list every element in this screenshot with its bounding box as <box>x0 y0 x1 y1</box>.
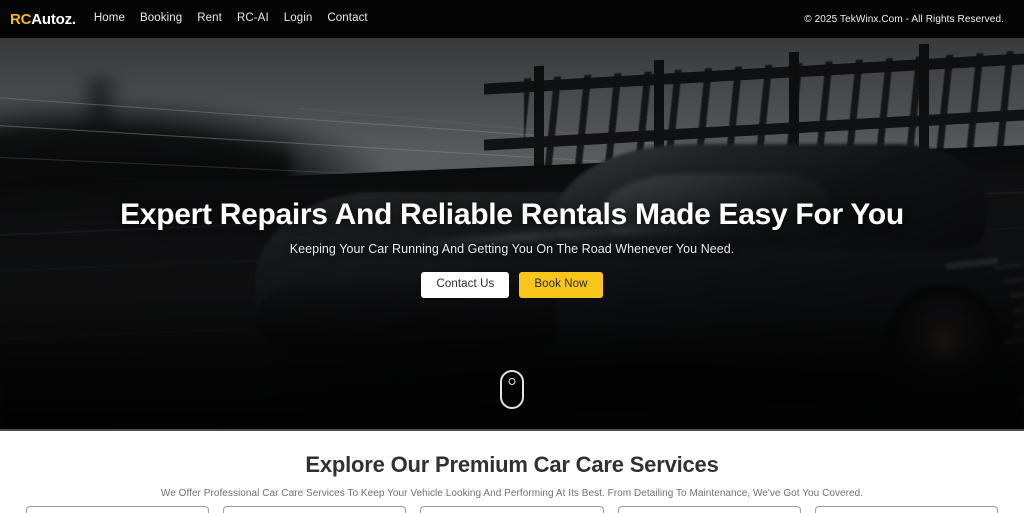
hero-subheadline: Keeping Your Car Running And Getting You… <box>289 241 735 256</box>
services-heading: Explore Our Premium Car Care Services <box>305 452 719 477</box>
services-description: We Offer Professional Car Care Services … <box>160 488 864 500</box>
nav-item-login[interactable]: Login <box>284 13 313 25</box>
hero-section: Expert Repairs And Reliable Rentals Made… <box>0 38 1024 431</box>
book-now-button[interactable]: Book Now <box>519 271 603 298</box>
scroll-wheel-dot <box>508 378 516 385</box>
nav-item-booking[interactable]: Booking <box>140 13 182 25</box>
service-card[interactable] <box>420 506 604 513</box>
service-cards-row <box>26 506 999 513</box>
nav-item-rc-ai[interactable]: RC-AI <box>237 13 269 25</box>
nav-item-home[interactable]: Home <box>94 13 125 25</box>
service-card[interactable] <box>617 506 801 513</box>
service-card[interactable] <box>223 506 407 513</box>
copyright-notice: © 2025 TekWinx.Com - All Rights Reserved… <box>804 13 1004 25</box>
hero-headline: Expert Repairs And Reliable Rentals Made… <box>120 198 904 231</box>
site-logo[interactable]: RCAutoz. <box>10 12 76 27</box>
hero-content: Expert Repairs And Reliable Rentals Made… <box>0 198 1024 298</box>
top-navigation-bar: RCAutoz. Home Booking Rent RC-AI Login C… <box>0 0 1024 38</box>
services-section: Explore Our Premium Car Care Services We… <box>0 431 1024 513</box>
nav-item-contact[interactable]: Contact <box>327 13 367 25</box>
contact-us-button[interactable]: Contact Us <box>421 271 510 298</box>
service-card[interactable] <box>814 506 999 513</box>
primary-nav-links: Home Booking Rent RC-AI Login Contact <box>94 13 368 25</box>
nav-item-rent[interactable]: Rent <box>197 13 222 25</box>
service-card[interactable] <box>26 506 210 513</box>
logo-text-primary: RC <box>10 10 32 28</box>
mouse-scroll-icon[interactable] <box>500 370 524 409</box>
logo-text-secondary: Autoz. <box>31 10 76 28</box>
hero-cta-group: Contact Us Book Now <box>0 271 1024 298</box>
